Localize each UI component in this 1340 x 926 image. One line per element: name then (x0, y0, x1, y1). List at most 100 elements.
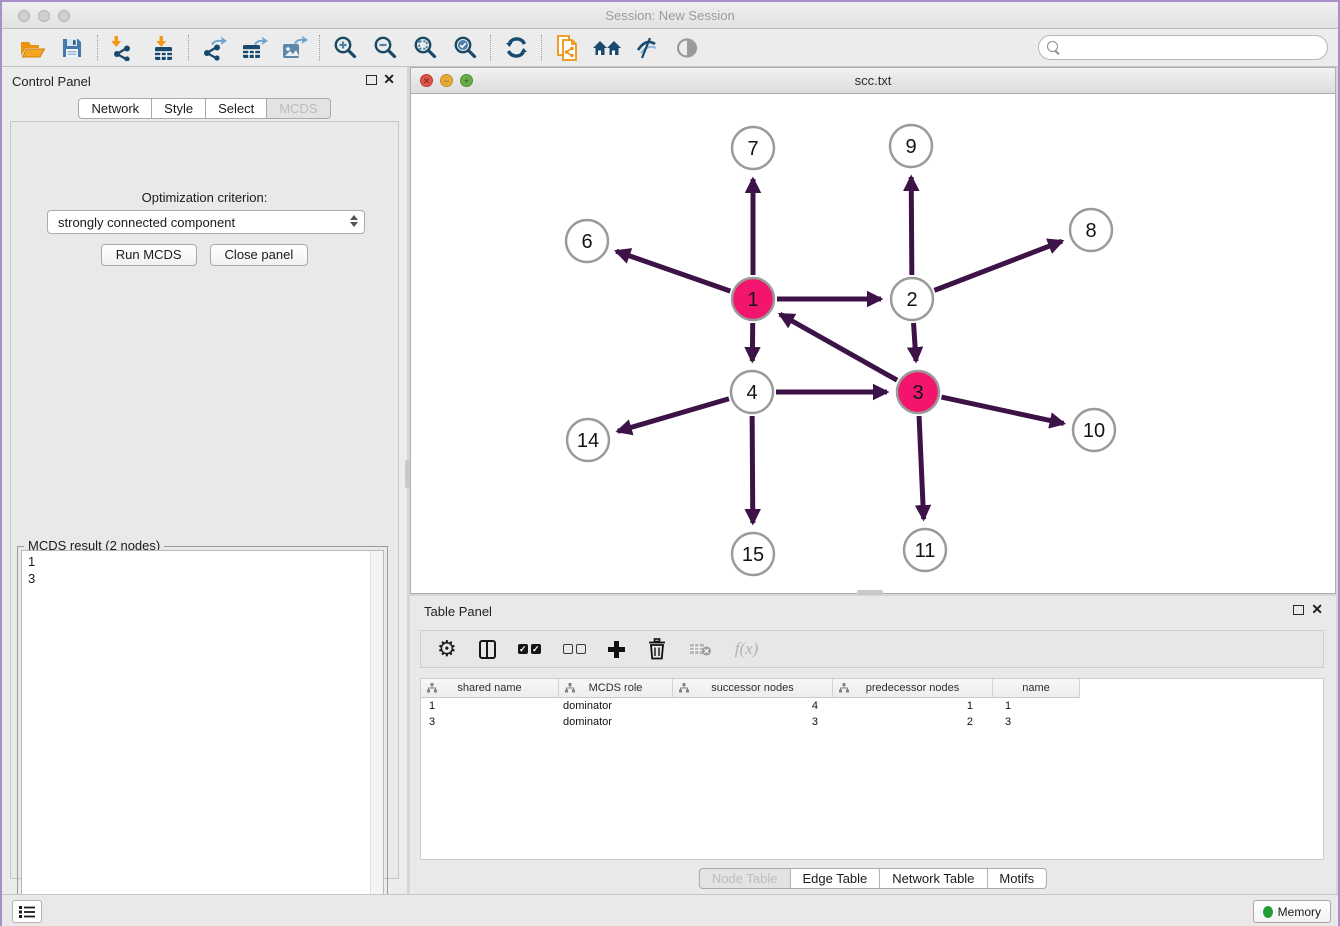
export-network-icon[interactable] (194, 33, 234, 63)
delete-row-icon[interactable] (647, 638, 667, 660)
graph-node-14[interactable]: 14 (567, 419, 609, 461)
optimization-criterion-label: Optimization criterion: (11, 190, 398, 205)
graph-edge-2-3[interactable] (914, 323, 916, 361)
result-scrollbar[interactable] (370, 551, 383, 919)
show-all-networks-icon[interactable] (587, 33, 627, 63)
graph-node-2[interactable]: 2 (891, 278, 933, 320)
graph-edge-3-11[interactable] (919, 416, 924, 519)
tab-style[interactable]: Style (152, 98, 206, 119)
graph-node-8[interactable]: 8 (1070, 209, 1112, 251)
chevron-updown-icon (350, 215, 358, 227)
float-panel-icon[interactable] (366, 75, 377, 85)
function-builder-icon: f(x) (735, 639, 759, 659)
column-header-successor-nodes[interactable]: successor nodes (673, 679, 833, 697)
graph-edge-3-10[interactable] (941, 397, 1063, 423)
run-mcds-button[interactable]: Run MCDS (101, 244, 197, 266)
save-session-icon[interactable] (52, 33, 92, 63)
optimization-criterion-select[interactable]: strongly connected component (47, 210, 365, 234)
tab-edge-table[interactable]: Edge Table (790, 868, 880, 889)
control-panel-tabs: Network Style Select MCDS (2, 98, 407, 119)
hide-graphics-details-icon[interactable] (627, 33, 667, 63)
column-header-shared-name[interactable]: shared name (421, 679, 559, 697)
search-icon (1047, 41, 1060, 54)
mcds-result-area[interactable]: 1 3 (21, 550, 384, 920)
close-panel-button[interactable]: Close panel (210, 244, 309, 266)
graph-node-3[interactable]: 3 (897, 371, 939, 413)
svg-text:10: 10 (1083, 420, 1105, 442)
graph-edge-1-6[interactable] (616, 251, 730, 291)
graph-edge-4-15[interactable] (752, 416, 753, 523)
table-splitter-handle[interactable] (857, 590, 883, 595)
graph-node-10[interactable]: 10 (1073, 409, 1115, 451)
toolbar-separator (188, 35, 189, 61)
add-row-icon[interactable] (608, 641, 625, 658)
network-window-titlebar[interactable]: ✕ − + scc.txt (411, 68, 1335, 94)
graph-node-6[interactable]: 6 (566, 220, 608, 262)
graph-node-4[interactable]: 4 (731, 371, 773, 413)
svg-text:9: 9 (905, 136, 916, 158)
svg-text:14: 14 (577, 430, 599, 452)
svg-text:4: 4 (746, 382, 757, 404)
close-panel-icon[interactable]: ✕ (383, 71, 395, 88)
svg-text:3: 3 (912, 382, 923, 404)
node-table-rows: 1dominator4113dominator323 (421, 698, 1323, 730)
tab-mcds[interactable]: MCDS (267, 98, 330, 119)
table-row[interactable]: 1dominator411 (421, 698, 1080, 714)
select-all-icon[interactable]: ✓✓ (518, 644, 541, 654)
export-table-icon[interactable] (234, 33, 274, 63)
graph-node-11[interactable]: 11 (904, 529, 946, 571)
table-float-icon[interactable] (1293, 605, 1304, 615)
graph-node-1[interactable]: 1 (732, 278, 774, 320)
copy-network-icon[interactable] (547, 33, 587, 63)
graph-edge-2-8[interactable] (934, 241, 1062, 290)
tab-motifs[interactable]: Motifs (987, 868, 1047, 889)
zoom-in-icon[interactable] (325, 33, 365, 63)
svg-text:11: 11 (915, 540, 936, 562)
zoom-selected-icon[interactable] (445, 33, 485, 63)
import-network-icon[interactable] (103, 33, 143, 63)
import-table-icon[interactable] (143, 33, 183, 63)
table-cell: 2 (833, 716, 993, 728)
tab-network-table[interactable]: Network Table (880, 868, 987, 889)
table-cell: 3 (673, 716, 833, 728)
svg-text:6: 6 (581, 231, 592, 253)
graph-node-9[interactable]: 9 (890, 125, 932, 167)
network-canvas[interactable]: 7 9 6 8 1 2 4 3 14 10 15 11 (411, 94, 1335, 593)
export-image-icon[interactable] (274, 33, 314, 63)
tab-network[interactable]: Network (78, 98, 152, 119)
delete-column-icon (689, 641, 713, 657)
zoom-out-icon[interactable] (365, 33, 405, 63)
settings-gear-icon[interactable]: ⚙ (437, 638, 457, 660)
unselect-all-icon[interactable] (563, 644, 586, 654)
main-toolbar (2, 29, 1338, 67)
search-input[interactable] (1065, 41, 1327, 55)
zoom-fit-icon[interactable] (405, 33, 445, 63)
table-cell: 4 (673, 700, 833, 712)
apply-layout-icon[interactable] (496, 33, 536, 63)
svg-text:8: 8 (1085, 220, 1096, 242)
tab-node-table[interactable]: Node Table (699, 868, 791, 889)
mcds-result-group: MCDS result (2 nodes) 1 3 (17, 546, 388, 924)
table-row[interactable]: 3dominator323 (421, 714, 1080, 730)
column-header-name[interactable]: name (993, 679, 1080, 697)
bird-eye-view-icon[interactable] (667, 33, 707, 63)
show-log-button[interactable] (12, 900, 42, 923)
window-title: Session: New Session (2, 8, 1338, 23)
open-file-icon[interactable] (12, 33, 52, 63)
graph-node-15[interactable]: 15 (732, 533, 774, 575)
column-header-mcds-role[interactable]: MCDS role (559, 679, 673, 697)
table-close-icon[interactable]: ✕ (1311, 601, 1323, 618)
column-header-predecessor-nodes[interactable]: predecessor nodes (833, 679, 993, 697)
node-table[interactable]: shared name MCDS role successor nodes pr… (420, 678, 1324, 860)
graph-edge-4-14[interactable] (618, 399, 729, 432)
tab-select[interactable]: Select (206, 98, 267, 119)
panel-splitter-handle[interactable] (405, 460, 410, 488)
search-field[interactable] (1038, 35, 1328, 60)
memory-button[interactable]: Memory (1253, 900, 1331, 923)
toolbar-separator (541, 35, 542, 61)
graph-edge-3-1[interactable] (780, 314, 897, 380)
table-cell: 1 (993, 700, 1080, 712)
show-columns-icon[interactable] (479, 640, 496, 659)
graph-edge-2-9[interactable] (911, 177, 912, 275)
graph-node-7[interactable]: 7 (732, 127, 774, 169)
